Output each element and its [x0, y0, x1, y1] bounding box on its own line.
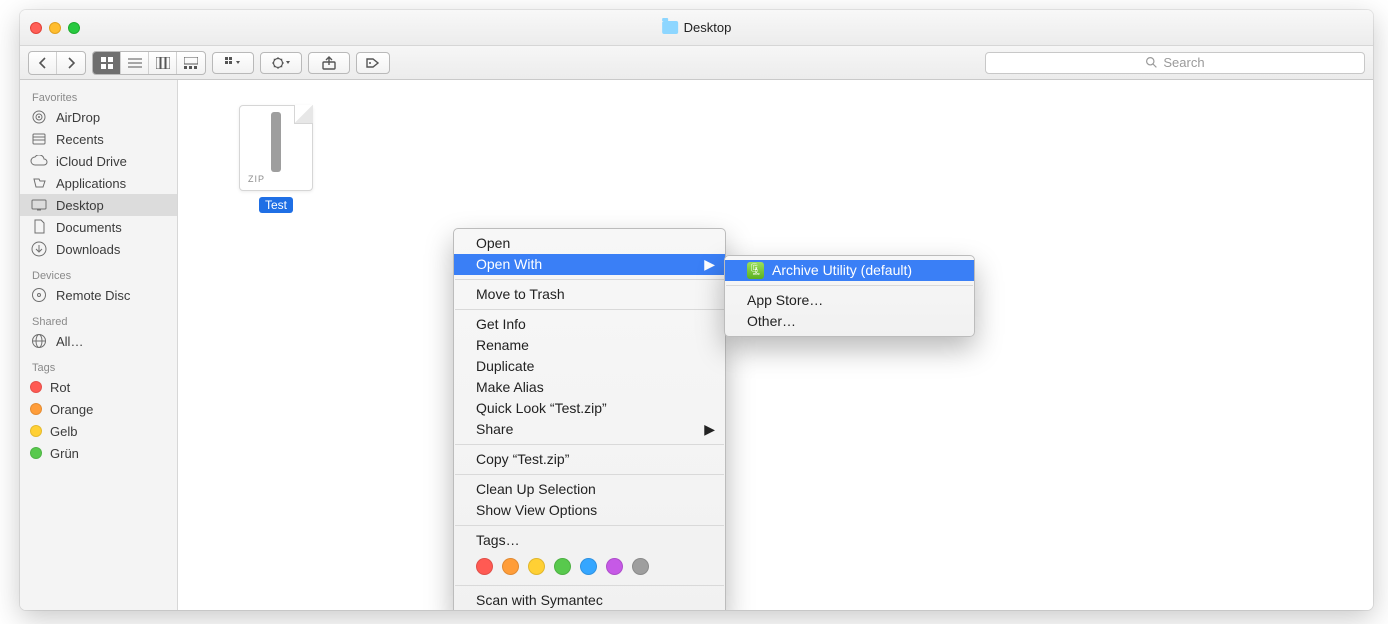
menu-separator [726, 285, 973, 286]
tag-dot-icon [30, 425, 42, 437]
context-menu: Open Open With▶ Move to Trash Get Info R… [453, 228, 726, 610]
sidebar-item-downloads[interactable]: Downloads [20, 238, 177, 260]
share-button[interactable] [308, 52, 350, 74]
sidebar-item-recents[interactable]: Recents [20, 128, 177, 150]
tag-color-row [454, 551, 725, 581]
applications-icon [30, 174, 48, 192]
actions-button[interactable] [260, 52, 302, 74]
tag-color-gray[interactable] [632, 558, 649, 575]
sidebar-item-airdrop[interactable]: AirDrop [20, 106, 177, 128]
zip-file-icon: ZIP [239, 105, 313, 191]
sidebar-item-desktop[interactable]: Desktop [20, 194, 177, 216]
menu-get-info[interactable]: Get Info [454, 314, 725, 335]
menu-rename[interactable]: Rename [454, 335, 725, 356]
menu-open-with[interactable]: Open With▶ [454, 254, 725, 275]
zoom-window-button[interactable] [68, 22, 80, 34]
tag-color-purple[interactable] [606, 558, 623, 575]
sidebar-item-remote-disc[interactable]: Remote Disc [20, 284, 177, 306]
sidebar-heading-shared: Shared [20, 312, 177, 330]
folder-icon [662, 21, 678, 34]
menu-duplicate[interactable]: Duplicate [454, 356, 725, 377]
search-field[interactable]: Search [985, 52, 1365, 74]
menu-clean-up[interactable]: Clean Up Selection [454, 479, 725, 500]
minimize-window-button[interactable] [49, 22, 61, 34]
menu-tags[interactable]: Tags… [454, 530, 725, 551]
view-gallery[interactable] [177, 52, 205, 74]
menu-separator [455, 525, 724, 526]
menu-separator [455, 279, 724, 280]
sidebar-tag-rot[interactable]: Rot [20, 376, 177, 398]
sidebar-item-icloud[interactable]: iCloud Drive [20, 150, 177, 172]
submenu-arrow-icon: ▶ [704, 419, 715, 440]
file-name-label: Test [259, 197, 293, 213]
open-with-submenu: 🗜 Archive Utility (default) App Store… O… [724, 255, 975, 337]
menu-copy[interactable]: Copy “Test.zip” [454, 449, 725, 470]
sidebar-heading-devices: Devices [20, 266, 177, 284]
finder-window: Desktop Search Favorites AirDrop Recents [20, 10, 1373, 610]
file-item[interactable]: ZIP Test [233, 105, 319, 214]
tag-color-orange[interactable] [502, 558, 519, 575]
sidebar-item-all-shared[interactable]: All… [20, 330, 177, 352]
titlebar: Desktop [20, 10, 1373, 46]
airdrop-icon [30, 108, 48, 126]
sidebar-heading-favorites: Favorites [20, 88, 177, 106]
search-placeholder: Search [1163, 55, 1204, 70]
search-icon [1145, 56, 1158, 69]
menu-scan-symantec[interactable]: Scan with Symantec [454, 590, 725, 610]
window-title-text: Desktop [684, 20, 732, 35]
tag-dot-icon [30, 403, 42, 415]
documents-icon [30, 218, 48, 236]
close-window-button[interactable] [30, 22, 42, 34]
sidebar-tag-orange[interactable]: Orange [20, 398, 177, 420]
menu-separator [455, 444, 724, 445]
window-controls [30, 22, 80, 34]
menu-separator [455, 309, 724, 310]
tag-color-red[interactable] [476, 558, 493, 575]
menu-make-alias[interactable]: Make Alias [454, 377, 725, 398]
forward-button[interactable] [57, 52, 85, 74]
view-list[interactable] [121, 52, 149, 74]
submenu-archive-utility[interactable]: 🗜 Archive Utility (default) [725, 260, 974, 281]
tag-color-green[interactable] [554, 558, 571, 575]
downloads-icon [30, 240, 48, 258]
menu-open[interactable]: Open [454, 233, 725, 254]
nav-buttons [28, 51, 86, 75]
window-title: Desktop [662, 20, 732, 35]
sidebar: Favorites AirDrop Recents iCloud Drive A… [20, 80, 178, 610]
sidebar-tag-gruen[interactable]: Grün [20, 442, 177, 464]
menu-view-options[interactable]: Show View Options [454, 500, 725, 521]
cloud-icon [30, 152, 48, 170]
sidebar-heading-tags: Tags [20, 358, 177, 376]
view-icon-grid[interactable] [93, 52, 121, 74]
sidebar-item-documents[interactable]: Documents [20, 216, 177, 238]
back-button[interactable] [29, 52, 57, 74]
content-area[interactable]: ZIP Test Open Open With▶ Move to Trash G… [178, 80, 1373, 610]
sidebar-tag-gelb[interactable]: Gelb [20, 420, 177, 442]
toolbar: Search [20, 46, 1373, 80]
menu-share[interactable]: Share▶ [454, 419, 725, 440]
view-switcher [92, 51, 206, 75]
tag-color-yellow[interactable] [528, 558, 545, 575]
desktop-icon [30, 196, 48, 214]
group-by-button[interactable] [212, 52, 254, 74]
view-columns[interactable] [149, 52, 177, 74]
archive-utility-icon: 🗜 [747, 262, 764, 279]
menu-quick-look[interactable]: Quick Look “Test.zip” [454, 398, 725, 419]
network-icon [30, 332, 48, 350]
submenu-other[interactable]: Other… [725, 311, 974, 332]
submenu-arrow-icon: ▶ [704, 254, 715, 275]
tag-dot-icon [30, 381, 42, 393]
submenu-app-store[interactable]: App Store… [725, 290, 974, 311]
tag-color-blue[interactable] [580, 558, 597, 575]
menu-separator [455, 585, 724, 586]
tags-button[interactable] [356, 52, 390, 74]
menu-move-to-trash[interactable]: Move to Trash [454, 284, 725, 305]
menu-separator [455, 474, 724, 475]
tag-dot-icon [30, 447, 42, 459]
disc-icon [30, 286, 48, 304]
recents-icon [30, 130, 48, 148]
sidebar-item-applications[interactable]: Applications [20, 172, 177, 194]
